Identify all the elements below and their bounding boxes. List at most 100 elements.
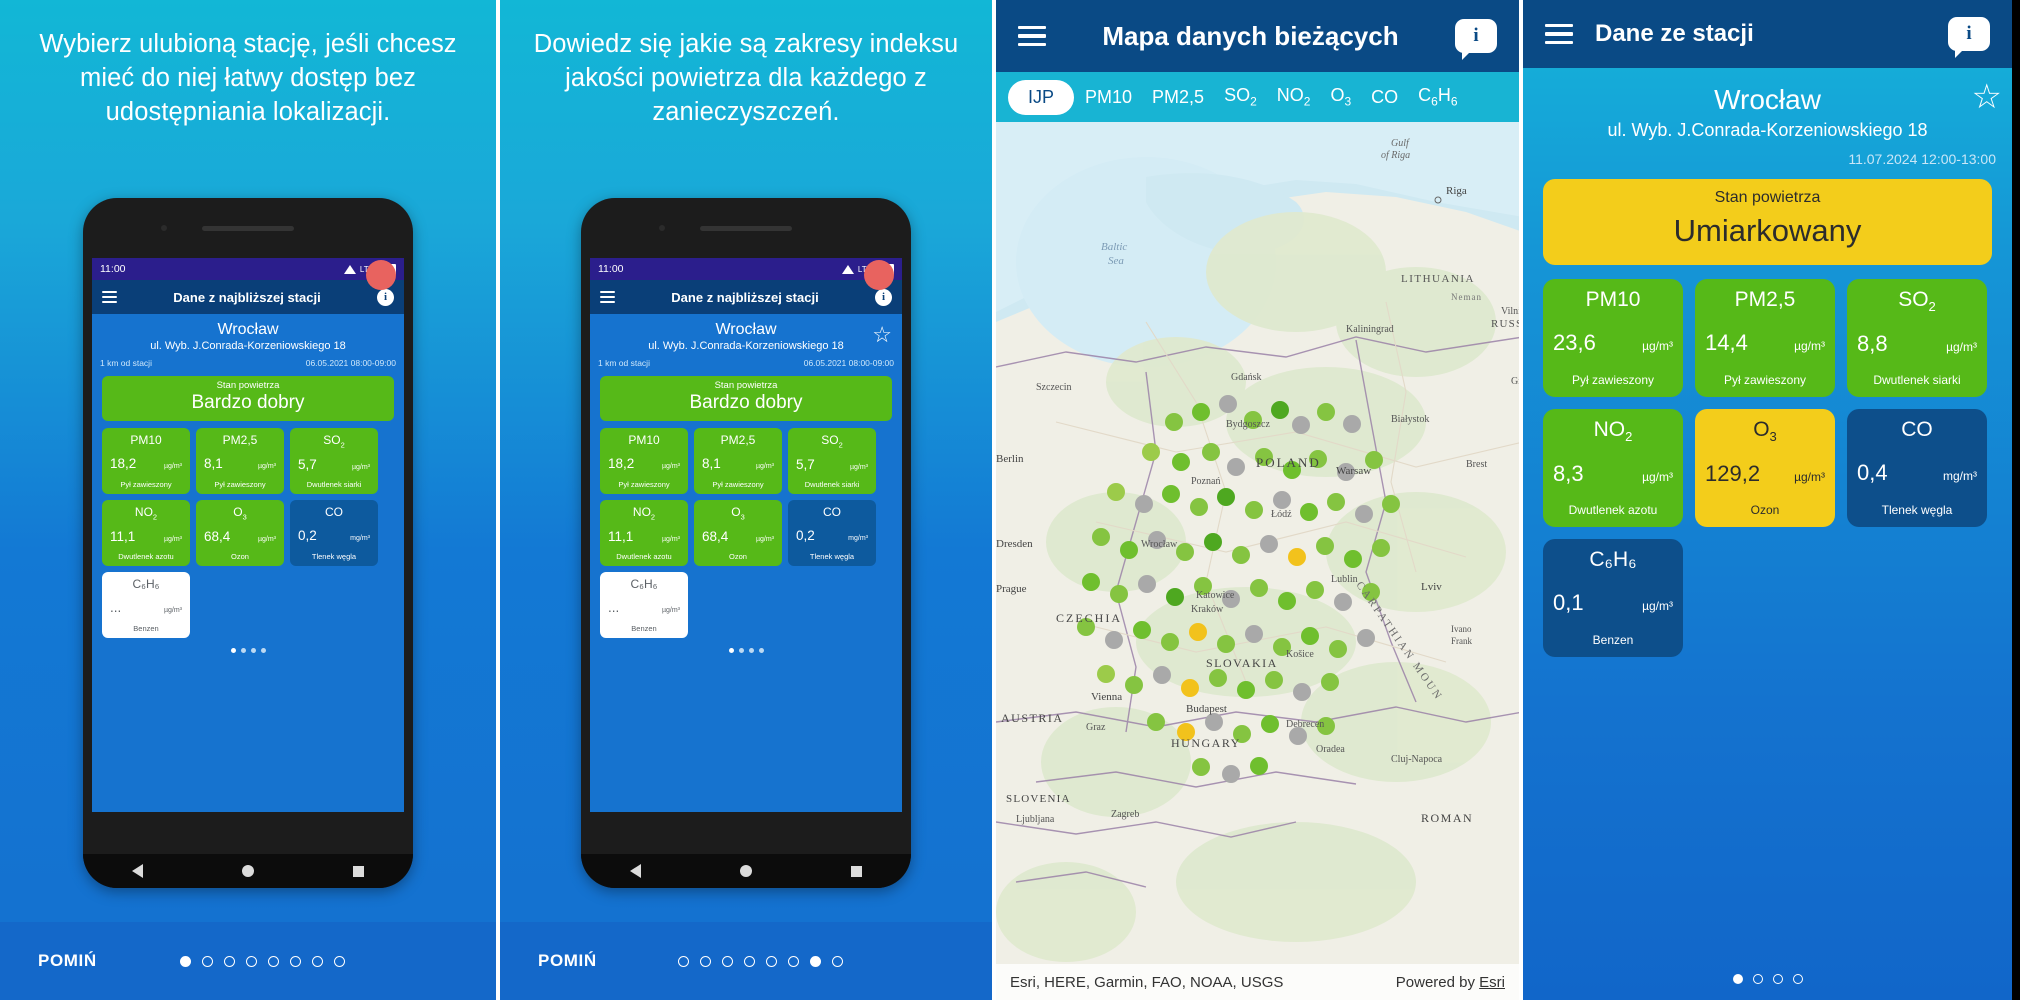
pager-dot[interactable] — [1752, 974, 1763, 984]
info-icon[interactable]: i — [875, 288, 892, 306]
tab-o3[interactable]: O3 — [1321, 79, 1360, 115]
tile-co[interactable]: CO 0,2 mg/m³ Tlenek węgla — [290, 500, 378, 566]
onboarding-caption-1: Wybierz ulubioną stację, jeśli chcesz mi… — [39, 30, 457, 126]
pager-dot[interactable] — [201, 955, 213, 967]
recents-icon[interactable] — [850, 865, 862, 877]
tile-pm10[interactable]: PM10 18,2 µg/m³ Pył zawieszony — [102, 428, 190, 494]
pager-dot[interactable] — [179, 955, 191, 967]
tile-so2[interactable]: SO2 5,7 µg/m³ Dwutlenek siarki — [788, 428, 876, 494]
tile-pm25[interactable]: PM2,5 8,1 µg/m³ Pył zawieszony — [196, 428, 284, 494]
tile-pm10[interactable]: PM10 23,6 µg/m³ Pył zawieszony — [1543, 279, 1683, 397]
carousel-dot[interactable] — [748, 648, 754, 653]
tile-value: 0,2 — [796, 528, 815, 543]
pager-dot[interactable] — [809, 955, 821, 967]
tile-pm25[interactable]: PM2,5 8,1 µg/m³ Pył zawieszony — [694, 428, 782, 494]
tile-value: 8,8 — [1857, 330, 1888, 356]
onboarding-pager-2 — [597, 955, 954, 967]
aqi-banner[interactable]: Stan powietrza Bardzo dobry — [102, 376, 394, 421]
tile-no2[interactable]: NO2 11,1 µg/m³ Dwutlenek azotu — [600, 500, 688, 566]
aqi-value: Bardzo dobry — [689, 392, 803, 413]
hamburger-icon[interactable] — [102, 291, 117, 303]
tile-pm10[interactable]: PM10 18,2 µg/m³ Pył zawieszony — [600, 428, 688, 494]
info-bubble-icon[interactable]: i — [1455, 19, 1497, 60]
aqi-banner[interactable]: Stan powietrza Bardzo dobry — [600, 376, 892, 421]
svg-text:Ivano: Ivano — [1451, 624, 1472, 634]
pager-dot[interactable] — [743, 955, 755, 967]
tile-benzene[interactable]: C₆H₆ ... µg/m³ Benzen — [102, 572, 190, 638]
tile-value: 129,2 — [1705, 460, 1761, 486]
tile-pm25[interactable]: PM2,5 14,4 µg/m³ Pył zawieszony — [1695, 279, 1835, 397]
tile-no2[interactable]: NO2 11,1 µg/m³ Dwutlenek azotu — [102, 500, 190, 566]
tile-so2[interactable]: SO2 8,8 µg/m³ Dwutlenek siarki — [1847, 279, 1987, 397]
carousel-dots-1[interactable] — [92, 638, 404, 653]
tile-desc: Tlenek węgla — [1881, 503, 1953, 517]
hamburger-icon[interactable] — [600, 291, 615, 303]
tile-co[interactable]: CO 0,4 mg/m³ Tlenek węgla — [1847, 409, 1987, 527]
tile-co[interactable]: CO 0,2 mg/m³ Tlenek węgla — [788, 500, 876, 566]
tab-c6h6[interactable]: C6H6 — [1409, 79, 1466, 115]
hamburger-icon[interactable] — [1018, 25, 1046, 47]
pager-dot[interactable] — [267, 955, 279, 967]
pager-dot[interactable] — [1732, 974, 1743, 984]
tile-benzene[interactable]: C₆H₆ 0,1 µg/m³ Benzen — [1543, 539, 1683, 657]
aqi-banner-4[interactable]: Stan powietrza Umiarkowany — [1543, 179, 1992, 265]
svg-text:Budapest: Budapest — [1186, 703, 1227, 715]
favorite-star-wrap[interactable]: ☆ — [872, 324, 892, 347]
tile-unit: µg/m³ — [661, 463, 680, 470]
carousel-dot[interactable] — [240, 648, 246, 653]
pager-dot[interactable] — [289, 955, 301, 967]
tab-ijp[interactable]: IJP — [1008, 79, 1075, 115]
tile-o3[interactable]: O3 129,2 µg/m³ Ozon — [1695, 409, 1835, 527]
tile-name: NO2 — [134, 505, 158, 522]
pager-dot[interactable] — [699, 955, 711, 967]
carousel-dot[interactable] — [738, 648, 744, 653]
home-icon[interactable] — [241, 865, 254, 877]
pager-dot[interactable] — [311, 955, 323, 967]
pager-dot[interactable] — [1792, 974, 1803, 984]
pager-dot[interactable] — [721, 955, 733, 967]
tab-no2[interactable]: NO2 — [1268, 79, 1320, 115]
info-bubble-icon[interactable]: i — [1948, 17, 1990, 58]
info-icon[interactable]: i — [377, 288, 394, 306]
tab-pm25[interactable]: PM2,5 — [1143, 81, 1213, 114]
tile-so2[interactable]: SO2 5,7 µg/m³ Dwutlenek siarki — [290, 428, 378, 494]
star-outline-icon[interactable]: ☆ — [872, 322, 892, 347]
pager-dot[interactable] — [831, 955, 843, 967]
svg-text:Oradea: Oradea — [1316, 744, 1345, 755]
tab-so2[interactable]: SO2 — [1215, 79, 1266, 115]
pager-dot[interactable] — [787, 955, 799, 967]
tab-co[interactable]: CO — [1362, 81, 1407, 114]
tile-o3[interactable]: O3 68,4 µg/m³ Ozon — [196, 500, 284, 566]
pager-dot[interactable] — [1772, 974, 1783, 984]
home-icon[interactable] — [739, 865, 752, 877]
carousel-dot[interactable] — [758, 648, 764, 653]
skip-button[interactable]: POMIŃ — [538, 951, 597, 971]
pager-dot[interactable] — [245, 955, 257, 967]
map-canvas[interactable]: Gulf of Riga Riga Baltic Sea LITHUANIA N… — [996, 122, 1519, 1000]
carousel-dot[interactable] — [728, 648, 734, 653]
esri-link[interactable]: Esri — [1479, 974, 1505, 991]
station-city: Wrocław — [715, 321, 777, 338]
carousel-dots-2[interactable] — [590, 638, 902, 653]
back-icon[interactable] — [630, 864, 642, 878]
tab-pm10[interactable]: PM10 — [1076, 81, 1141, 114]
tile-benzene[interactable]: C₆H₆ ... µg/m³ Benzen — [600, 572, 688, 638]
tile-desc: Ozon — [729, 551, 747, 561]
cursor-indicator — [864, 260, 894, 290]
pager-dot[interactable] — [677, 955, 689, 967]
station-distance: 1 km od stacji — [598, 358, 650, 368]
hamburger-icon[interactable] — [1545, 23, 1573, 45]
recents-icon[interactable] — [352, 865, 364, 877]
pager-dot[interactable] — [223, 955, 235, 967]
carousel-dot[interactable] — [250, 648, 256, 653]
pager-dot[interactable] — [333, 955, 345, 967]
star-outline-icon[interactable]: ☆ — [1972, 80, 2002, 114]
tile-desc: Dwutlenek azotu — [118, 551, 174, 561]
carousel-dot[interactable] — [230, 648, 236, 653]
skip-button[interactable]: POMIŃ — [38, 951, 97, 971]
back-icon[interactable] — [132, 864, 144, 878]
pager-dot[interactable] — [765, 955, 777, 967]
tile-no2[interactable]: NO2 8,3 µg/m³ Dwutlenek azotu — [1543, 409, 1683, 527]
carousel-dot[interactable] — [260, 648, 266, 653]
tile-o3[interactable]: O3 68,4 µg/m³ Ozon — [694, 500, 782, 566]
